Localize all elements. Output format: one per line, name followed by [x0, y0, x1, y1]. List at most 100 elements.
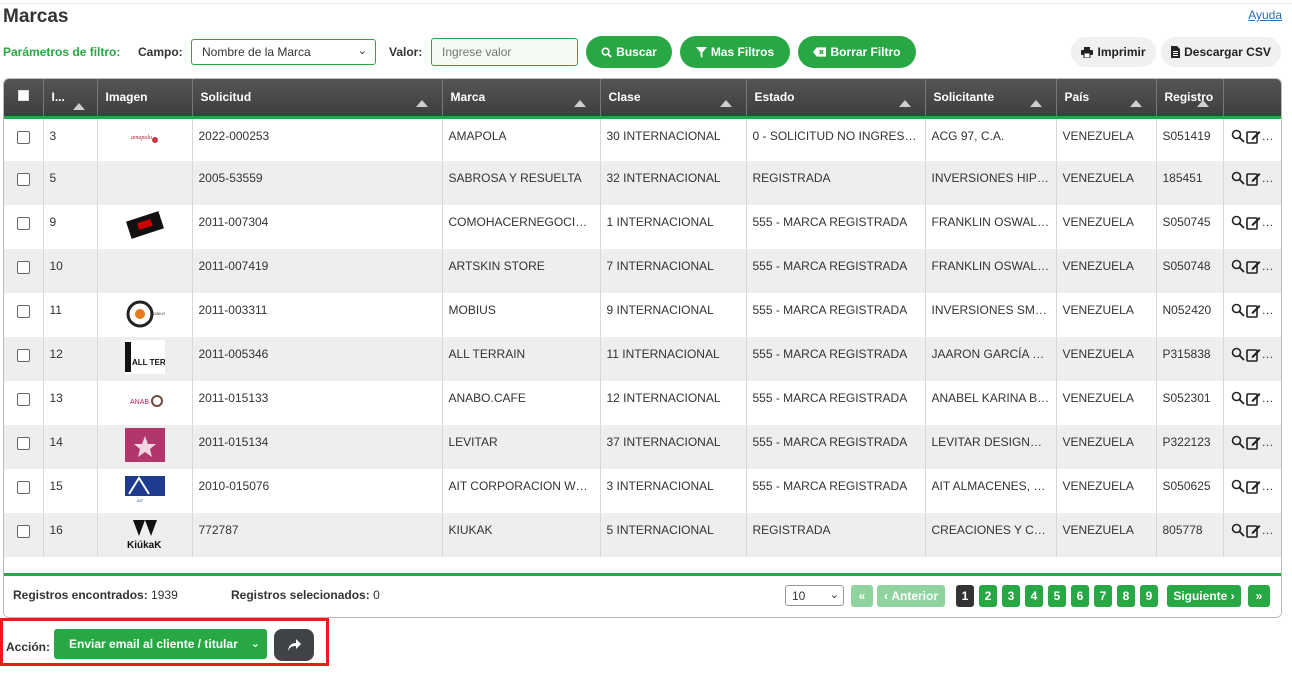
view-icon[interactable]	[1230, 171, 1246, 187]
row-checkbox[interactable]	[16, 217, 30, 230]
table-row[interactable]: 16 KiúkaK 772787 KIUKAK 5 INTERNACIONAL REGIS…	[4, 513, 1281, 557]
registros-seleccionados-value: 0	[373, 588, 380, 602]
page-button-3[interactable]: 3	[1002, 585, 1020, 607]
view-icon[interactable]	[1230, 303, 1246, 319]
edit-icon[interactable]	[1246, 523, 1262, 539]
edit-icon[interactable]	[1246, 215, 1262, 231]
page-title: Marcas	[3, 6, 69, 27]
cell-solicitante: AIT ALMACENES, C.A.	[925, 469, 1057, 513]
cell-registro: 805778	[1156, 513, 1224, 557]
borrar-filtro-label: Borrar Filtro	[830, 45, 901, 59]
view-icon[interactable]	[1230, 479, 1246, 495]
table-row[interactable]: 9 2011-007304COMOHACERNEGOCIOSCONCHINA.CO…	[4, 205, 1281, 249]
row-checkbox[interactable]	[16, 173, 30, 186]
cell-marca: COMOHACERNEGOCIOSCONCHINA.COM	[442, 205, 601, 249]
cell-estado: 555 - MARCA REGISTRADA	[746, 249, 926, 293]
edit-icon[interactable]	[1246, 347, 1262, 363]
first-page-button[interactable]: «	[851, 585, 873, 607]
header-clase[interactable]: Clase	[600, 79, 747, 117]
page-button-7[interactable]: 7	[1094, 585, 1112, 607]
help-link[interactable]: Ayuda	[1248, 8, 1282, 22]
table-row[interactable]: 5 2005-53559 SABROSA Y RESUELTA 32 INTERNAC…	[4, 161, 1281, 205]
execute-action-button[interactable]	[274, 629, 314, 661]
cell-actions	[1223, 469, 1281, 513]
campo-select[interactable]: Nombre de la Marca ⌄	[191, 39, 376, 65]
page-size-select[interactable]: 10 ⌄	[785, 585, 844, 606]
view-icon[interactable]	[1230, 347, 1246, 363]
descargar-csv-button[interactable]: Descargar CSV	[1161, 37, 1281, 67]
valor-input[interactable]	[431, 38, 578, 66]
row-checkbox[interactable]	[16, 305, 30, 318]
edit-icon[interactable]	[1246, 479, 1262, 495]
page-button-4[interactable]: 4	[1025, 585, 1043, 607]
comohacer-logo[interactable]	[125, 208, 165, 242]
page-button-2[interactable]: 2	[979, 585, 997, 607]
view-icon[interactable]	[1230, 215, 1246, 231]
header-estado[interactable]: Estado	[746, 79, 926, 117]
allterrain-logo[interactable]: ALL TERRAIN	[124, 340, 185, 374]
page-button-8[interactable]: 8	[1117, 585, 1135, 607]
amapola-logo[interactable]: amapola	[125, 122, 165, 156]
header-registro[interactable]: Registro	[1156, 79, 1224, 117]
header-estado-label: Estado	[754, 90, 795, 105]
header-pais[interactable]: País	[1056, 79, 1157, 117]
page-button-6[interactable]: 6	[1071, 585, 1089, 607]
last-page-button[interactable]: »	[1248, 585, 1270, 607]
row-checkbox[interactable]	[16, 437, 30, 450]
anabo-logo[interactable]: ANAB	[125, 384, 165, 418]
table-row[interactable]: 12ALL TERRAIN2011-005346ALL TERRAIN11 IN…	[4, 337, 1281, 381]
borrar-filtro-button[interactable]: Borrar Filtro	[798, 36, 916, 68]
select-all-checkbox[interactable]	[17, 90, 29, 102]
view-icon[interactable]	[1230, 391, 1246, 407]
sort-icon	[415, 99, 428, 107]
cell-registro: S050625	[1156, 469, 1224, 513]
edit-icon[interactable]	[1246, 171, 1262, 187]
cell-id: 15	[43, 469, 98, 513]
table-row[interactable]: 10 2011-007419 ARTSKIN STORE 7 INTERNACIONA…	[4, 249, 1281, 293]
imprimir-button[interactable]: Imprimir	[1071, 37, 1156, 67]
buscar-button[interactable]: Buscar	[586, 36, 672, 68]
row-checkbox[interactable]	[16, 130, 30, 144]
row-checkbox[interactable]	[16, 525, 30, 538]
table-row[interactable]: 15 AIT 2010-015076AIT CORPORACION WORLD WI…	[4, 469, 1281, 513]
row-checkbox[interactable]	[16, 261, 30, 274]
edit-icon[interactable]	[1246, 435, 1262, 451]
edit-icon[interactable]	[1246, 259, 1262, 275]
row-checkbox[interactable]	[16, 349, 30, 362]
header-id[interactable]: I...	[43, 79, 98, 117]
mas-filtros-button[interactable]: Mas Filtros	[680, 36, 790, 68]
header-marca[interactable]: Marca	[442, 79, 601, 117]
view-icon[interactable]	[1230, 435, 1246, 451]
mobius-logo[interactable]: MOBIUS	[125, 296, 166, 330]
view-icon[interactable]	[1230, 129, 1246, 145]
cell-pais: VENEZUELA	[1056, 249, 1157, 293]
view-icon[interactable]	[1230, 523, 1246, 539]
anterior-button[interactable]: ‹ Anterior	[877, 585, 945, 607]
print-icon	[1081, 46, 1094, 58]
siguiente-button[interactable]: Siguiente ›	[1167, 585, 1241, 607]
levitar-logo[interactable]	[124, 428, 165, 462]
cell-estado: REGISTRADA	[746, 513, 926, 557]
header-solicitud[interactable]: Solicitud	[192, 79, 443, 117]
page-button-1[interactable]: 1	[956, 585, 974, 607]
view-icon[interactable]	[1230, 259, 1246, 275]
table-row[interactable]: 14 2011-015134 LEVITAR 37 INTERNACIONAL 555 …	[4, 425, 1281, 469]
edit-icon[interactable]	[1246, 391, 1262, 407]
accion-select[interactable]: Enviar email al cliente / titular ⌄	[54, 629, 267, 659]
edit-icon[interactable]	[1246, 303, 1262, 319]
table-row[interactable]: 13 ANAB 2011-015133 ANABO.CAFE 12 INTERNACIO…	[4, 381, 1281, 425]
kiukak-logo[interactable]: KiúkaK	[125, 516, 165, 551]
page-button-5[interactable]: 5	[1048, 585, 1066, 607]
row-checkbox[interactable]	[16, 393, 30, 406]
table-row[interactable]: 11 MOBIUS 2011-003311 MOBIUS 9 INTERNACIONAL…	[4, 293, 1281, 337]
cell-pais: VENEZUELA	[1056, 425, 1157, 469]
page-button-9[interactable]: 9	[1140, 585, 1158, 607]
double-chevron-right-icon: »	[1255, 589, 1263, 603]
table-row[interactable]: 3 amapola 2022-000253 AMAPOLA 30 INTERNACION…	[4, 117, 1281, 161]
cell-actions	[1223, 337, 1281, 381]
row-checkbox[interactable]	[16, 481, 30, 494]
edit-icon[interactable]	[1246, 129, 1262, 145]
header-solicitante[interactable]: Solicitante	[925, 79, 1057, 117]
ait-logo[interactable]: AIT	[124, 472, 165, 506]
valor-label: Valor:	[389, 45, 423, 59]
